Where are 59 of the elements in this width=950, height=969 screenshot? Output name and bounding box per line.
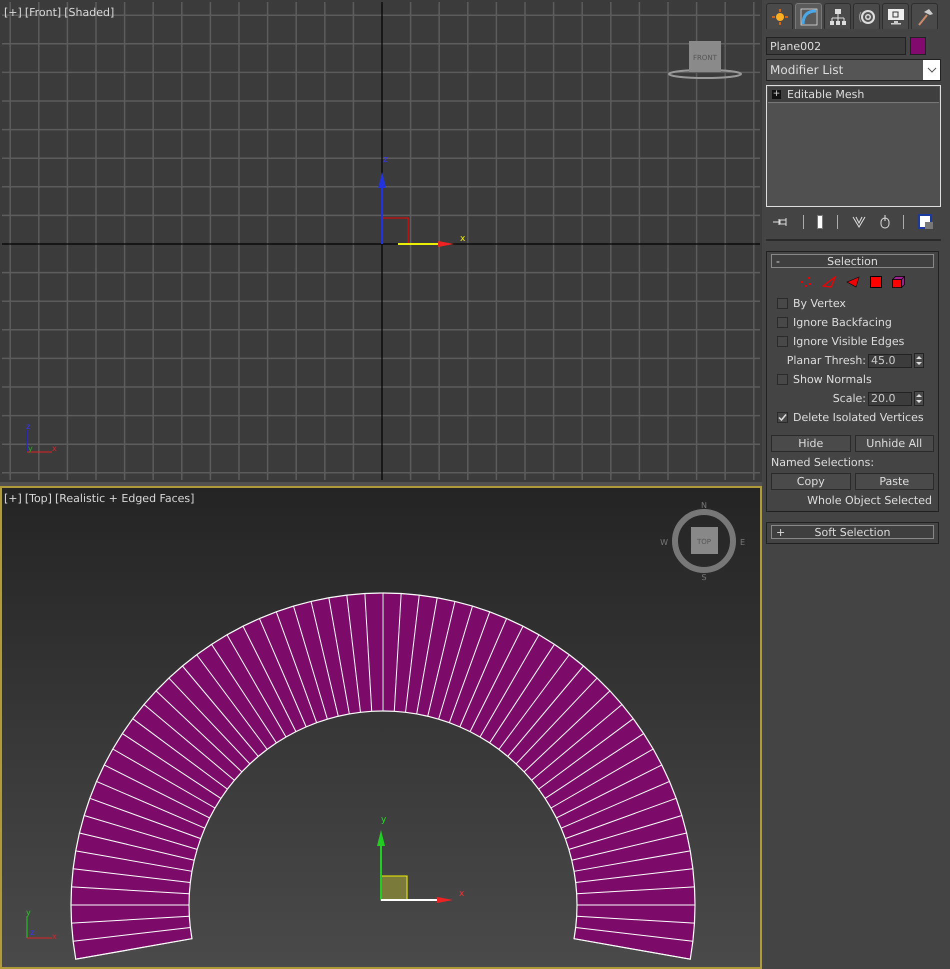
- viewport-menu-label[interactable]: [+]: [4, 6, 22, 19]
- panel-tab[interactable]: [824, 3, 851, 29]
- viewport-menu-label[interactable]: [Front]: [24, 6, 62, 19]
- monitor-icon: [886, 8, 904, 25]
- stack-item[interactable]: + Editable Mesh: [768, 87, 939, 103]
- element-icon[interactable]: [892, 276, 905, 288]
- checkbox[interactable]: [777, 298, 788, 309]
- rollout-button[interactable]: Copy: [771, 473, 850, 490]
- face-icon[interactable]: [846, 276, 860, 288]
- selection-status: Whole Object Selected: [806, 494, 933, 507]
- panel-tab[interactable]: [911, 3, 938, 29]
- curve-icon: [800, 8, 818, 26]
- spinner-arrows-icon[interactable]: [914, 353, 924, 368]
- rollout-header[interactable]: - Selection: [771, 254, 934, 268]
- modifier-list-dropdown[interactable]: Modifier List: [766, 59, 941, 81]
- compass-letter: E: [740, 538, 746, 547]
- compass-letter: N: [701, 501, 707, 510]
- spinner-label: Scale:: [832, 392, 866, 405]
- pin-icon[interactable]: [772, 217, 789, 227]
- panel-tab[interactable]: [882, 3, 909, 29]
- transform-gizmo: z x: [378, 155, 466, 247]
- spinner-arrows-icon[interactable]: [914, 391, 924, 406]
- rollout-button[interactable]: Unhide All: [854, 435, 934, 452]
- polygon-icon[interactable]: [870, 276, 882, 288]
- panel-tab[interactable]: [853, 3, 880, 29]
- axis-tripod-drawing: z y x: [26, 422, 57, 453]
- rollout-button[interactable]: Paste: [854, 473, 934, 490]
- viewport-menu-label[interactable]: [Shaded]: [64, 6, 114, 19]
- compass-letter: W: [660, 538, 668, 547]
- viewcube[interactable]: [672, 509, 736, 573]
- checkbox-label: Delete Isolated Vertices: [793, 411, 924, 424]
- rollout-header[interactable]: + Soft Selection: [771, 525, 934, 539]
- chevron-icon[interactable]: [926, 67, 936, 73]
- bar-icon[interactable]: [817, 215, 824, 229]
- viewport-menu-label[interactable]: [Top]: [24, 492, 52, 505]
- spinner-field[interactable]: 20.0: [868, 392, 912, 406]
- checkbox-label: Show Normals: [793, 373, 872, 386]
- hierarchy-icon: [828, 8, 846, 26]
- panel-tab[interactable]: [766, 3, 793, 29]
- transform-gizmo: y x: [377, 815, 464, 903]
- object-name-field[interactable]: Plane002: [766, 37, 906, 55]
- rollout-button[interactable]: Hide: [771, 435, 850, 452]
- disc-icon: [858, 8, 876, 26]
- sun-icon: [772, 8, 788, 24]
- checkbox-label: Ignore Visible Edges: [793, 335, 904, 348]
- checkbox[interactable]: [777, 374, 788, 385]
- checkbox[interactable]: [777, 412, 788, 423]
- compass-letter: S: [701, 573, 707, 582]
- checkbox-label: Ignore Backfacing: [793, 316, 892, 329]
- spinner-field[interactable]: 45.0: [868, 354, 912, 368]
- viewport-menu-label[interactable]: [Realistic + Edged Faces]: [54, 492, 194, 505]
- object-color-swatch[interactable]: [910, 37, 926, 55]
- named-selections-label: Named Selections:: [771, 456, 876, 469]
- viewport-menu-label[interactable]: [+]: [4, 492, 22, 505]
- checkbox[interactable]: [777, 336, 788, 347]
- checkbox[interactable]: [777, 317, 788, 328]
- hammer-icon: [916, 8, 934, 26]
- spinner-label: Planar Thresh:: [786, 354, 866, 367]
- checkbox-label: By Vertex: [793, 297, 846, 310]
